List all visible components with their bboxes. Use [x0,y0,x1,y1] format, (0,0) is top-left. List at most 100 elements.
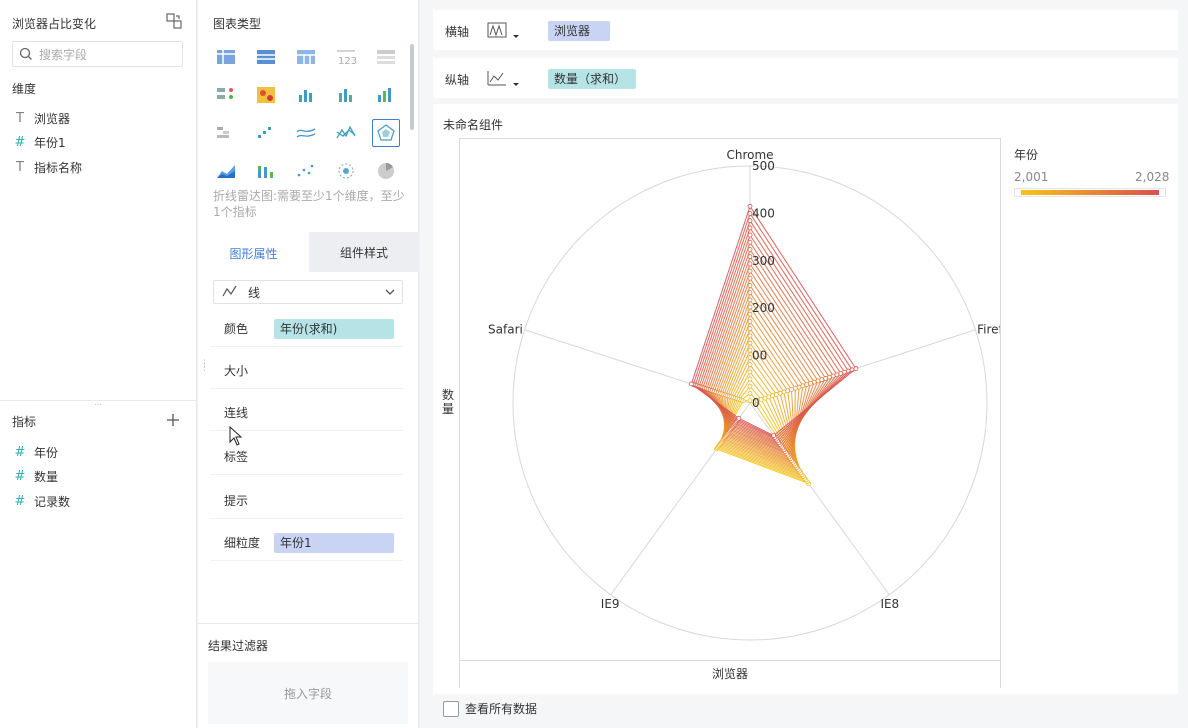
metric-label: 记录数 [34,494,71,509]
dot-matrix-icon[interactable] [212,81,240,109]
radar-axis-label: Safari [488,323,523,337]
prop-color[interactable]: 颜色 年份(求和) [210,311,403,347]
stacked-column-icon[interactable] [252,157,280,185]
svg-text:123: 123 [338,56,357,67]
legend-gradient-frame [1014,188,1166,197]
metric-item[interactable]: # 数量 [12,467,58,487]
prop-size-label: 大小 [224,364,249,378]
line-icon[interactable] [292,119,320,147]
dimension-item[interactable]: T 浏览器 [12,108,70,128]
granularity-field-pill[interactable]: 年份1 [274,532,394,553]
number-field-icon: # [14,469,26,484]
detail-table-icon[interactable] [292,43,320,71]
switch-dataset-icon[interactable] [166,13,182,29]
search-placeholder: 搜索字段 [39,47,88,62]
radar-point [688,381,694,387]
filter-drop-text: 拖入字段 [283,686,332,701]
polyline-icon[interactable] [332,119,360,147]
line-mark-icon [222,285,238,299]
x-axis-shelf[interactable]: 横轴 浏览器 [433,10,1178,50]
color-field-pill[interactable]: 年份(求和) [274,318,394,339]
grouped-bar-icon[interactable] [292,81,320,109]
radar-point [736,415,742,421]
filter-drop-zone[interactable]: 拖入字段 [208,662,408,724]
radar-tick-label: 0 [752,396,760,410]
prop-label-label: 标签 [224,450,249,464]
x-axis-type-icon[interactable] [487,20,523,42]
table-icon[interactable] [212,43,240,71]
dimension-item[interactable]: T 指标名称 [12,157,82,177]
scatter-icon[interactable] [292,157,320,185]
bubble-icon[interactable] [332,157,360,185]
step-bar-icon[interactable] [252,119,280,147]
dimension-label: 指标名称 [34,160,83,175]
dimension-label: 年份1 [34,136,66,150]
dimension-heading: 维度 [12,82,37,96]
record-count-icon: # [14,493,26,509]
radar-point [747,247,753,252]
y-axis-field-pill[interactable]: 数量（求和） [548,69,636,89]
drag-handle-icon[interactable]: ⋮ ⋮ [200,360,209,376]
radar-axis-label: IE9 [601,597,620,611]
plot-bottom-line [459,660,1000,661]
radar-point [747,283,753,288]
radar-axis-label: Chrome [726,148,773,162]
radar-tick-label: 00 [752,349,767,363]
radar-point [747,369,753,375]
metric-item[interactable]: # 记录数 [12,491,70,511]
search-icon [19,47,33,61]
list-table-icon[interactable] [372,43,400,71]
radar-axis-label: IE8 [880,597,899,611]
radar-point [747,362,753,368]
plot-right-border [1000,138,1001,688]
filter-heading: 结果过滤器 [208,639,269,653]
heatmap-icon[interactable] [252,81,280,109]
show-all-checkbox[interactable] [443,700,459,717]
number-as-dimension-icon: # [14,135,26,150]
radar-tick-label: 400 [752,206,775,220]
chart-area: 横轴 浏览器 纵轴 数量（求和） 未命名组件 数量 浏览器 0 00 200 300 4… [420,0,1188,728]
prop-connect-label: 连线 [224,406,249,420]
legend-max: 2,028 [1135,170,1170,184]
add-metric-icon[interactable] [165,412,181,428]
metric-item[interactable]: # 年份 [12,442,58,462]
radar-point [771,433,777,438]
pie-chart-icon[interactable] [372,157,400,185]
resize-handle-icon[interactable]: ⋯ [90,401,106,409]
number-card-icon[interactable]: 123 [332,43,360,71]
radar-point [747,333,753,339]
chart-type-hint: 折线雷达图:需要至少1个维度，至少1个指标 [213,189,405,219]
radar-point [747,275,753,281]
prop-size[interactable]: 大小 [210,353,403,389]
prop-tooltip-label: 提示 [224,494,249,508]
prop-tooltip[interactable]: 提示 [210,483,403,519]
area-chart-icon[interactable] [212,157,240,185]
waterfall-icon[interactable] [212,119,240,147]
prop-granularity[interactable]: 细粒度 年份1 [210,525,403,561]
mark-type-select[interactable]: 线 [213,280,403,304]
chart-type-scrollbar[interactable] [410,44,414,130]
radar-point [747,391,753,396]
radar-axis-line [749,402,890,596]
prop-color-label: 颜色 [224,322,249,336]
x-axis-field-pill[interactable]: 浏览器 [548,21,610,41]
y-axis-shelf[interactable]: 纵轴 数量（求和） [433,58,1178,98]
y-axis-type-icon[interactable] [487,68,523,90]
search-field[interactable]: 搜索字段 [12,41,183,67]
tab-component-style[interactable]: 组件样式 [309,232,419,272]
dimension-item[interactable]: # 年份1 [12,133,66,153]
show-all-data[interactable]: 查看所有数据 [443,700,537,717]
tab-label: 组件样式 [339,245,388,260]
tab-graphic-properties[interactable]: 图形属性 [198,232,309,272]
y-title: 数量 [442,388,455,416]
dimension-label: 浏览器 [34,111,71,126]
column-chart-icon[interactable] [372,81,400,109]
radar-point [747,268,753,274]
radar-chart-icon[interactable] [372,119,400,147]
bar-chart-icon[interactable] [332,81,360,109]
radar-point [747,383,753,389]
radar-point [747,319,753,324]
cross-table-icon[interactable] [252,43,280,71]
text-field-icon: T [16,110,24,126]
metric-heading: 指标 [12,415,37,429]
